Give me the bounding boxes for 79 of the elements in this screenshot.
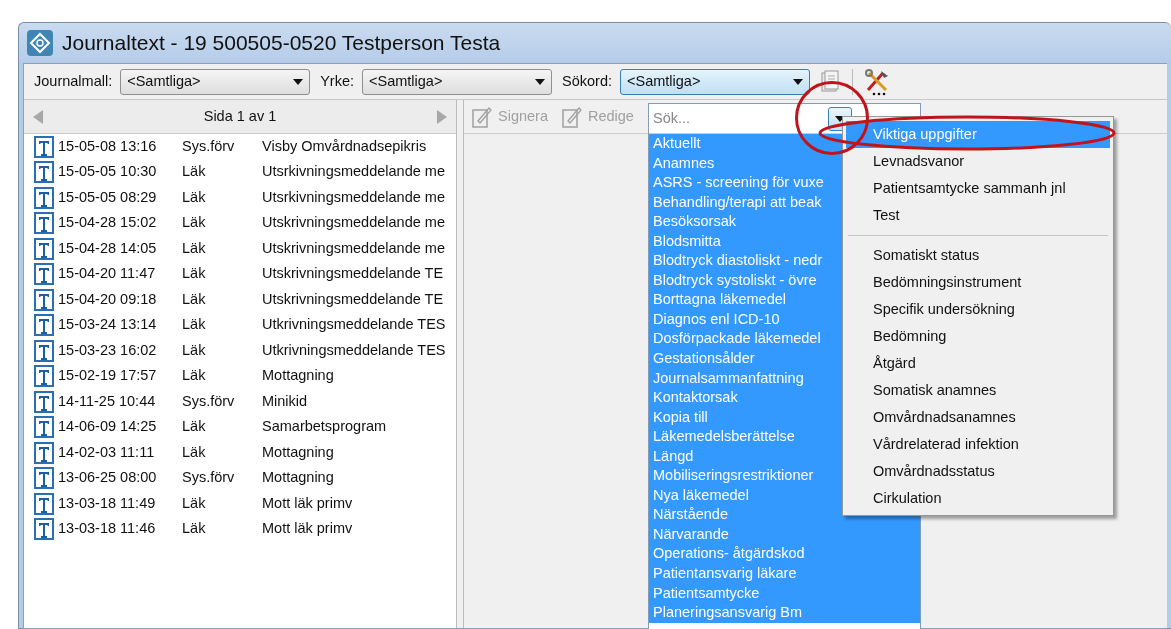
- edit-icon: [562, 105, 582, 128]
- entry-title[interactable]: Mott läk primv: [262, 518, 353, 541]
- entry-title[interactable]: Mottagning: [262, 441, 334, 464]
- entry-date: 15-04-28 15:02: [58, 213, 158, 233]
- entry-title[interactable]: Utsrkivningsmeddelande me: [262, 161, 445, 184]
- entry-date: 15-02-19 17:57: [58, 366, 158, 386]
- text-document-icon: [34, 339, 54, 362]
- entry-role: Läk: [182, 238, 207, 258]
- text-document-icon: [34, 288, 54, 311]
- text-document-icon: [34, 212, 54, 235]
- text-document-icon: [34, 135, 54, 158]
- text-document-icon: [34, 441, 54, 464]
- entry-date: 15-05-05 10:30: [58, 162, 158, 182]
- entry-date: 13-03-18 11:46: [58, 519, 157, 539]
- entry-date: 15-03-23 16:02: [58, 340, 158, 360]
- entry-date: 15-05-08 13:16: [58, 136, 158, 156]
- caret-icon: [535, 78, 545, 85]
- text-document-icon: [34, 492, 54, 515]
- entry-date: 15-04-20 09:18: [58, 289, 158, 309]
- text-document-icon: [34, 314, 54, 337]
- entry-title[interactable]: Mott läk primv: [262, 492, 353, 515]
- entry-title[interactable]: Utskrivningsmeddelande me: [262, 237, 445, 260]
- entry-title[interactable]: Samarbetsprogram: [262, 416, 387, 439]
- text-document-icon: [34, 416, 54, 439]
- entry-title[interactable]: Utkrivningsmeddelande TES: [262, 314, 446, 337]
- text-document-icon: [34, 237, 54, 260]
- entry-role: Läk: [182, 340, 207, 360]
- entry-title[interactable]: Minikid: [262, 390, 308, 413]
- entry-role: Läk: [182, 213, 207, 233]
- combo-box[interactable]: <Samtliga>: [120, 68, 311, 95]
- entry-title[interactable]: Utskrivningsmeddelande TE: [262, 288, 444, 311]
- entry-role: Sys.förv: [182, 391, 236, 411]
- caret-icon: [793, 78, 803, 85]
- entry-role: Sys.förv: [182, 468, 236, 488]
- entry-role: Läk: [182, 264, 207, 284]
- text-document-icon: [34, 161, 54, 184]
- entry-role: Läk: [182, 519, 207, 539]
- text-document-icon: [34, 263, 54, 286]
- entry-date: 14-11-25 10:44: [58, 391, 157, 411]
- text-document-icon: [34, 186, 54, 209]
- window-title: Journaltext - 19 500505-0520 Testperson Testa: [62, 30, 501, 57]
- edit-icon: [472, 105, 492, 128]
- filter-label: Yrke:: [320, 71, 354, 91]
- entry-role: Läk: [182, 315, 207, 335]
- entry-title[interactable]: Mottagning: [262, 467, 334, 490]
- entry-date: 15-05-05 08:29: [58, 187, 158, 207]
- caret-icon: [293, 78, 304, 85]
- entry-date: 13-06-25 08:00: [58, 468, 158, 488]
- entry-date: 14-02-03 11:11: [58, 442, 156, 462]
- entry-date: 15-04-20 11:47: [58, 264, 157, 284]
- text-document-icon: [34, 518, 54, 541]
- entry-title[interactable]: Utsrkivningsmeddelande me: [262, 186, 445, 209]
- entry-role: Sys.förv: [182, 136, 236, 156]
- text-document-icon: [34, 467, 54, 490]
- entry-title[interactable]: Utskrivningsmeddelande TE: [262, 263, 444, 286]
- text-document-icon: [34, 390, 54, 413]
- entry-role: Läk: [182, 442, 207, 462]
- entry-role: Läk: [182, 493, 207, 513]
- entry-role: Läk: [182, 289, 207, 309]
- entry-date: 15-03-24 13:14: [58, 315, 158, 335]
- document-icon[interactable]: [820, 69, 840, 94]
- text-document-icon: [34, 365, 54, 388]
- entry-date: 15-04-28 14:05: [58, 238, 158, 258]
- entry-title[interactable]: Utskrivningsmeddelande me: [262, 212, 445, 235]
- entry-date: 14-06-09 14:25: [58, 417, 158, 437]
- entry-title[interactable]: Visby Omvårdnadsepikris: [262, 135, 427, 158]
- entry-role: Läk: [182, 187, 207, 207]
- filter-label: Journalmall:: [34, 71, 113, 91]
- entry-role: Läk: [182, 162, 207, 182]
- entry-role: Läk: [182, 417, 207, 437]
- filter-label: Sökord:: [562, 71, 612, 91]
- entry-date: 13-03-18 11:49: [58, 493, 157, 513]
- entry-title[interactable]: Utkrivningsmeddelande TES: [262, 339, 446, 362]
- entry-title[interactable]: Mottagning: [262, 365, 334, 388]
- app-logo-icon: [26, 29, 54, 57]
- combo-box[interactable]: <Samtliga>: [362, 68, 552, 95]
- entry-role: Läk: [182, 366, 207, 386]
- combo-box[interactable]: <Samtliga>: [620, 68, 810, 95]
- page-indicator: Sida 1 av 1: [203, 106, 277, 126]
